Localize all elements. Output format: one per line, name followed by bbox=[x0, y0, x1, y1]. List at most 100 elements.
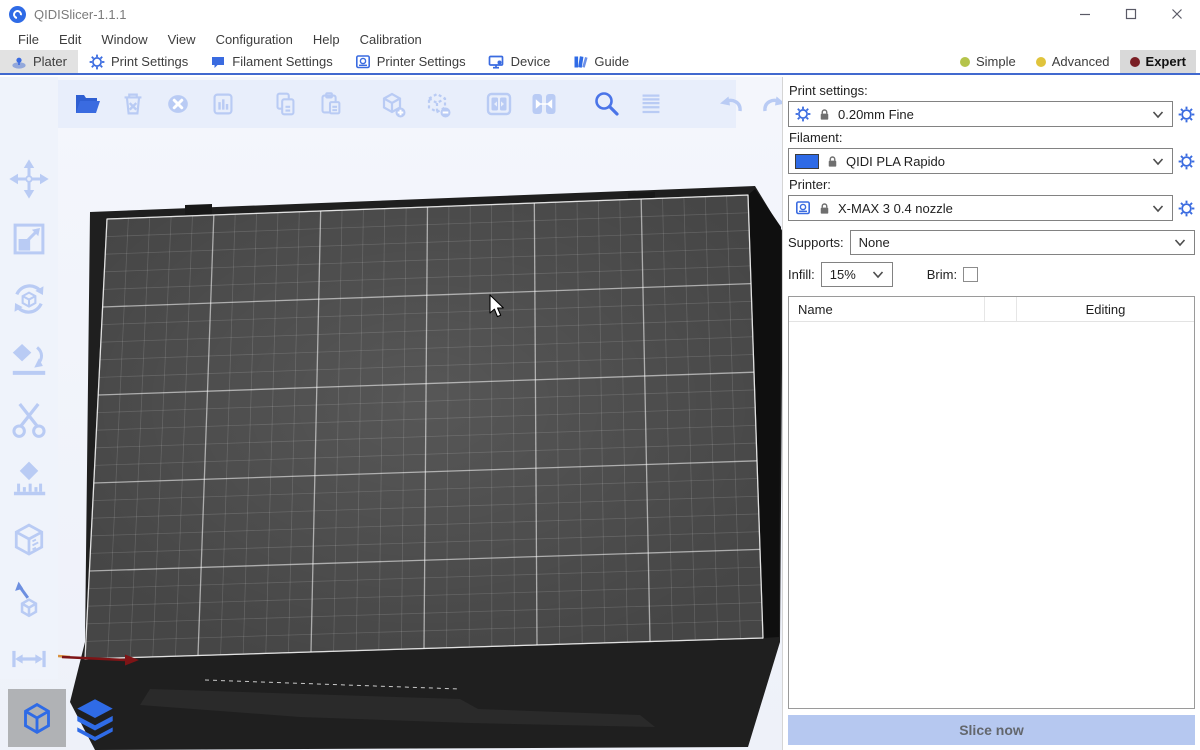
menu-help[interactable]: Help bbox=[303, 30, 350, 49]
open-icon[interactable] bbox=[70, 86, 106, 122]
chevron-down-icon bbox=[1152, 204, 1164, 213]
tab-printer-settings[interactable]: Printer Settings bbox=[344, 50, 477, 73]
infill-dropdown[interactable]: 15% bbox=[821, 262, 893, 287]
mode-switcher: Simple Advanced Expert bbox=[950, 50, 1200, 73]
main-toolbar bbox=[58, 80, 736, 128]
gizmo-toolbar bbox=[0, 77, 58, 679]
split-objects-icon[interactable] bbox=[481, 86, 517, 122]
print-settings-combo[interactable]: 0.20mm Fine bbox=[788, 101, 1173, 127]
printer-gear-button[interactable] bbox=[1178, 200, 1195, 217]
filament-combo[interactable]: QIDI PLA Rapido bbox=[788, 148, 1173, 174]
advanced-dot-icon bbox=[1036, 57, 1046, 67]
print-settings-label: Print settings: bbox=[789, 83, 1195, 98]
gear-icon bbox=[89, 54, 105, 70]
delete-all-icon[interactable] bbox=[160, 86, 196, 122]
device-monitor-icon bbox=[488, 54, 505, 70]
search-icon[interactable] bbox=[588, 86, 624, 122]
plate-clip bbox=[185, 204, 212, 215]
chevron-down-icon bbox=[872, 270, 884, 279]
filament-bubble-icon bbox=[210, 54, 226, 70]
paste-icon[interactable] bbox=[312, 86, 348, 122]
title-bar: QIDISlicer-1.1.1 bbox=[0, 0, 1200, 28]
gear-icon bbox=[1178, 153, 1195, 170]
measure-icon[interactable] bbox=[7, 517, 51, 561]
print-settings-gear-button[interactable] bbox=[1178, 106, 1195, 123]
menu-bar: File Edit Window View Configuration Help… bbox=[0, 28, 1200, 50]
tab-plater[interactable]: Plater bbox=[0, 50, 78, 73]
chevron-down-icon bbox=[1152, 110, 1164, 119]
seam-icon[interactable] bbox=[7, 577, 51, 621]
window-title: QIDISlicer-1.1.1 bbox=[34, 7, 126, 22]
supports-label: Supports: bbox=[788, 235, 844, 250]
lock-icon bbox=[817, 107, 832, 122]
menu-file[interactable]: File bbox=[8, 30, 49, 49]
printer-combo[interactable]: X-MAX 3 0.4 nozzle bbox=[788, 195, 1173, 221]
simple-dot-icon bbox=[960, 57, 970, 67]
cut-icon[interactable] bbox=[7, 397, 51, 441]
slice-now-button[interactable]: Slice now bbox=[788, 715, 1195, 745]
build-plate-scene bbox=[0, 77, 782, 750]
filament-color-swatch bbox=[795, 154, 819, 169]
object-list-header: Name Editing bbox=[789, 297, 1194, 322]
column-header-extruder[interactable] bbox=[985, 297, 1017, 321]
plater-icon bbox=[11, 54, 27, 70]
infill-label: Infill: bbox=[788, 267, 815, 282]
scale-icon[interactable] bbox=[7, 217, 51, 261]
printer-icon bbox=[795, 200, 811, 216]
filament-label: Filament: bbox=[789, 130, 1195, 145]
tab-guide[interactable]: Guide bbox=[561, 50, 640, 73]
delete-icon[interactable] bbox=[115, 86, 151, 122]
gear-icon bbox=[1178, 106, 1195, 123]
lock-icon bbox=[825, 154, 840, 169]
column-header-name[interactable]: Name bbox=[789, 297, 985, 321]
chevron-down-icon bbox=[1174, 238, 1186, 247]
menu-edit[interactable]: Edit bbox=[49, 30, 91, 49]
tab-filament-settings[interactable]: Filament Settings bbox=[199, 50, 343, 73]
mode-advanced[interactable]: Advanced bbox=[1026, 50, 1120, 73]
gear-icon bbox=[1178, 200, 1195, 217]
undo-icon[interactable] bbox=[712, 86, 748, 122]
mode-simple[interactable]: Simple bbox=[950, 50, 1026, 73]
move-icon[interactable] bbox=[7, 157, 51, 201]
brim-checkbox[interactable] bbox=[963, 267, 978, 282]
redo-icon[interactable] bbox=[757, 86, 782, 122]
support-paint-icon[interactable] bbox=[7, 457, 51, 501]
chevron-down-icon bbox=[1152, 157, 1164, 166]
object-list[interactable]: Name Editing bbox=[788, 296, 1195, 709]
editor-3d-icon[interactable] bbox=[8, 689, 66, 747]
mode-expert[interactable]: Expert bbox=[1120, 50, 1196, 73]
column-header-editing[interactable]: Editing bbox=[1017, 297, 1194, 321]
width-icon[interactable] bbox=[7, 637, 51, 681]
copy-icon[interactable] bbox=[267, 86, 303, 122]
tab-print-settings[interactable]: Print Settings bbox=[78, 50, 199, 73]
menu-configuration[interactable]: Configuration bbox=[206, 30, 303, 49]
minimize-button[interactable] bbox=[1062, 0, 1108, 28]
tab-device[interactable]: Device bbox=[477, 50, 562, 73]
printer-label: Printer: bbox=[789, 177, 1195, 192]
menu-window[interactable]: Window bbox=[91, 30, 157, 49]
gear-icon bbox=[795, 106, 811, 122]
tab-bar: Plater Print Settings Filament Settings … bbox=[0, 50, 1200, 75]
split-parts-icon[interactable] bbox=[526, 86, 562, 122]
app-logo-icon bbox=[9, 6, 26, 23]
lock-icon bbox=[817, 201, 832, 216]
close-button[interactable] bbox=[1154, 0, 1200, 28]
menu-calibration[interactable]: Calibration bbox=[350, 30, 432, 49]
preview-layers-icon[interactable] bbox=[66, 689, 124, 747]
settings-panel: Print settings: 0.20mm Fine Filament: QI… bbox=[782, 77, 1200, 750]
maximize-button[interactable] bbox=[1108, 0, 1154, 28]
filament-gear-button[interactable] bbox=[1178, 153, 1195, 170]
supports-dropdown[interactable]: None bbox=[850, 230, 1195, 255]
view-mode-toggles bbox=[8, 689, 124, 747]
3d-viewport[interactable] bbox=[0, 77, 782, 750]
rotate-icon[interactable] bbox=[7, 277, 51, 321]
arrange-icon[interactable] bbox=[205, 86, 241, 122]
brim-label: Brim: bbox=[927, 267, 957, 282]
printer-icon bbox=[355, 54, 371, 70]
layers-icon[interactable] bbox=[633, 86, 669, 122]
flatten-icon[interactable] bbox=[7, 337, 51, 381]
menu-view[interactable]: View bbox=[158, 30, 206, 49]
remove-instance-icon[interactable] bbox=[419, 86, 455, 122]
expert-dot-icon bbox=[1130, 57, 1140, 67]
add-instance-icon[interactable] bbox=[374, 86, 410, 122]
